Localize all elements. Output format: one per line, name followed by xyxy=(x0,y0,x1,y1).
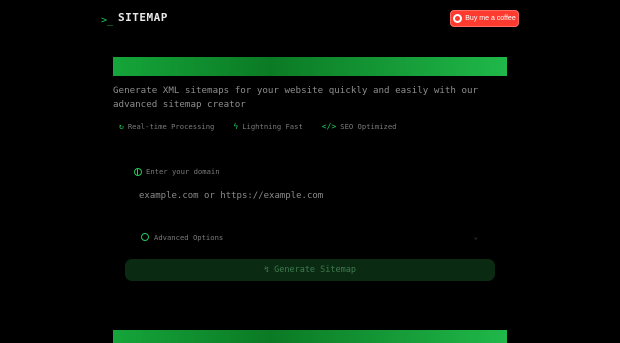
domain-label: Enter your domain xyxy=(134,167,220,176)
generate-sitemap-label: Generate Sitemap xyxy=(274,265,356,275)
page-description: Generate XML sitemaps for your website q… xyxy=(113,85,479,110)
refresh-icon: ↻ xyxy=(119,122,124,131)
hero-banner xyxy=(113,57,507,76)
feature-seo: </> SEO Optimized xyxy=(322,122,397,131)
site-title: SITEMAP xyxy=(118,11,168,24)
logo[interactable]: >_ SITEMAP xyxy=(101,9,168,26)
feature-label: Real-time Processing xyxy=(127,122,215,131)
buy-me-a-coffee-button[interactable]: Buy me a coffee xyxy=(450,10,519,27)
terminal-icon: >_ xyxy=(101,15,114,26)
feature-realtime: ↻ Real-time Processing xyxy=(119,122,214,131)
footer-banner xyxy=(113,330,507,343)
chevron-down-icon: ⌄ xyxy=(473,233,478,241)
feature-label: Lightning Fast xyxy=(242,122,303,131)
domain-input[interactable] xyxy=(133,186,505,206)
feature-list: ↻ Real-time Processing ϟ Lightning Fast … xyxy=(119,122,416,131)
generate-icon: ↯ xyxy=(263,265,270,275)
coffee-icon xyxy=(453,14,463,23)
feature-fast: ϟ Lightning Fast xyxy=(233,122,302,131)
code-icon: </> xyxy=(321,122,337,131)
generate-sitemap-button[interactable]: ↯ Generate Sitemap xyxy=(125,259,495,281)
advanced-options-toggle[interactable]: Advanced Options ⌄ xyxy=(141,231,478,243)
feature-label: SEO Optimized xyxy=(340,122,397,131)
globe-icon xyxy=(134,167,142,176)
domain-label-text: Enter your domain xyxy=(146,167,220,176)
coffee-label: Buy me a coffee xyxy=(465,15,516,22)
lightning-icon: ϟ xyxy=(233,122,239,131)
advanced-options-label: Advanced Options xyxy=(154,232,224,242)
header: >_ SITEMAP Buy me a coffee xyxy=(0,0,620,40)
gear-icon xyxy=(141,233,149,241)
